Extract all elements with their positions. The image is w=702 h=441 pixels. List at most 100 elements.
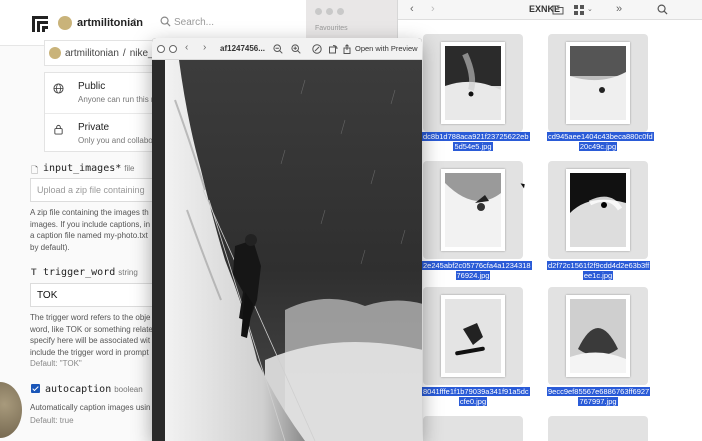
help-line: images. If you include captions, in [30, 219, 151, 229]
fullscreen-button[interactable] [169, 45, 177, 53]
replicate-logo-icon[interactable] [30, 14, 50, 34]
autocaption-name: autocaption [45, 384, 112, 395]
preview-toolbar: ‹ › af1247456... Open with Preview [152, 38, 422, 60]
trigger-word-type: string [118, 268, 138, 277]
file-name[interactable]: cd945aee1404c43beca880c0fd 20c49c.jpg [547, 132, 654, 152]
file-name-line: dc8b1d788aca921f23725622eb [422, 132, 530, 141]
file-thumbnail[interactable] [423, 416, 523, 441]
help-line: The trigger word refers to the obje [30, 313, 151, 322]
snowboarder-photo [445, 46, 501, 120]
file-name[interactable]: 8041fffe1f1b79039a341f91a5dc cfe0.jpg [422, 387, 530, 407]
rotate-icon[interactable] [328, 44, 338, 54]
back-icon[interactable]: ‹ [410, 3, 414, 15]
file-thumbnail[interactable] [548, 161, 648, 259]
sidebar-heading: Favourites [315, 25, 348, 32]
forward-icon[interactable]: › [431, 3, 435, 15]
back-icon[interactable]: ‹ [185, 42, 188, 53]
trigger-word-default: Default: "TOK" [30, 359, 82, 368]
preview-window: ‹ › af1247456... Open with Preview [152, 38, 422, 441]
new-folder-icon[interactable] [552, 4, 564, 15]
file-name-line: d2f72c1561f2f9cdd4d2e63b3ff [547, 261, 651, 270]
snowboarder-photo [570, 299, 626, 373]
autocaption-type: boolean [114, 385, 143, 394]
snowboarder-photo [570, 46, 626, 120]
photo-frame [441, 42, 505, 124]
climber-photo [165, 60, 422, 441]
webcam-avatar [0, 382, 22, 438]
preview-title: af1247456... [220, 44, 265, 53]
file-thumbnail[interactable] [423, 34, 523, 132]
input-images-type: file [124, 164, 135, 173]
input-images-name: input_images* [43, 163, 122, 174]
file-name-line: 9ecc9ef85567e6886763ff6927 [547, 387, 651, 396]
file-name[interactable]: d2f72c1561f2f9cdd4d2e63b3ff ee1c.jpg [547, 261, 651, 281]
file-name-line: 76924.jpg [455, 271, 491, 280]
search-icon [160, 16, 171, 27]
search-input[interactable]: Search... [174, 17, 214, 28]
finder-file-grid: dc8b1d788aca921f23725622eb 5d54e5.jpg cd9… [398, 20, 702, 441]
close-dot-icon[interactable] [315, 8, 322, 15]
help-line: word, like TOK or something relate [30, 324, 153, 334]
file-name-line: ee1c.jpg [582, 271, 614, 280]
snowboarder-photo [445, 299, 501, 373]
photo-frame [566, 42, 630, 124]
globe-icon [53, 83, 64, 94]
file-name-line: 2e245abf2c05776cfa4a1234318 [422, 261, 532, 270]
text-type-icon: T [31, 267, 37, 277]
file-name-line: cfe0.jpg [458, 397, 488, 406]
autocaption-help: Automatically caption images usin [30, 403, 151, 412]
file-thumbnail[interactable] [548, 416, 648, 441]
finder-search-icon[interactable] [657, 4, 668, 15]
visibility-public-desc: Anyone can run this m [78, 95, 158, 104]
grid-view-icon[interactable] [574, 5, 584, 15]
file-name[interactable]: dc8b1d788aca921f23725622eb 5d54e5.jpg [422, 132, 530, 152]
help-line: specify here will be associated wit [30, 336, 151, 345]
zoom-dot-icon[interactable] [337, 8, 344, 15]
snowboarder-photo [570, 173, 626, 247]
breadcrumb-owner[interactable]: artmilitonian [65, 48, 119, 59]
file-thumbnail[interactable] [548, 287, 648, 385]
snowboarder-photo [445, 173, 501, 247]
file-name-line: cd945aee1404c43beca880c0fd [547, 132, 654, 141]
photo-frame [441, 295, 505, 377]
input-images-upload[interactable]: Upload a zip file containing [30, 178, 170, 202]
chevron-down-icon[interactable]: ⌄ [587, 5, 593, 13]
file-name-line: 8041fffe1f1b79039a341f91a5dc [422, 387, 530, 396]
chevron-updown-icon[interactable]: ⌃ [131, 17, 139, 28]
help-line: include the trigger word in prompt [30, 347, 149, 357]
share-icon[interactable] [342, 44, 352, 54]
breadcrumb-separator: / [122, 47, 126, 59]
file-name-line: 20c49c.jpg [578, 142, 618, 151]
owner-avatar [49, 47, 61, 59]
file-thumbnail[interactable] [423, 161, 523, 259]
visibility-private-title: Private [78, 122, 110, 133]
user-avatar[interactable] [58, 16, 72, 30]
autocaption-checkbox[interactable] [31, 384, 40, 393]
file-thumbnail[interactable] [423, 287, 523, 385]
input-images-label: input_images* file [43, 163, 135, 174]
photo-frame [566, 295, 630, 377]
chevron-double-right-icon[interactable]: » [616, 3, 622, 15]
file-thumbnail[interactable] [548, 34, 648, 132]
photo-frame [566, 169, 630, 251]
file-name[interactable]: 2e245abf2c05776cfa4a1234318 76924.jpg [422, 261, 532, 281]
file-name-line: 5d54e5.jpg [453, 142, 493, 151]
open-with-preview-button[interactable]: Open with Preview [355, 44, 418, 53]
close-button[interactable] [157, 45, 165, 53]
help-line: by default). [30, 242, 70, 252]
zoom-in-icon[interactable] [291, 44, 301, 54]
markup-icon[interactable] [312, 44, 322, 54]
lock-icon [54, 124, 63, 135]
finder-toolbar: ‹ › EXNKE ⌄ » [398, 0, 702, 20]
help-line: A zip file containing the images th [30, 208, 149, 217]
trigger-word-help: The trigger word refers to the obje word… [30, 312, 158, 358]
file-name-line: 767997.jpg [578, 397, 618, 406]
file-name[interactable]: 9ecc9ef85567e6886763ff6927 767997.jpg [547, 387, 651, 407]
autocaption-default: Default: true [30, 416, 74, 425]
zoom-out-icon[interactable] [273, 44, 283, 54]
input-images-help: A zip file containing the images th imag… [30, 207, 158, 253]
minimize-dot-icon[interactable] [326, 8, 333, 15]
visibility-public-title: Public [78, 81, 106, 92]
trigger-word-input[interactable]: TOK [30, 283, 170, 307]
forward-icon[interactable]: › [203, 42, 206, 53]
